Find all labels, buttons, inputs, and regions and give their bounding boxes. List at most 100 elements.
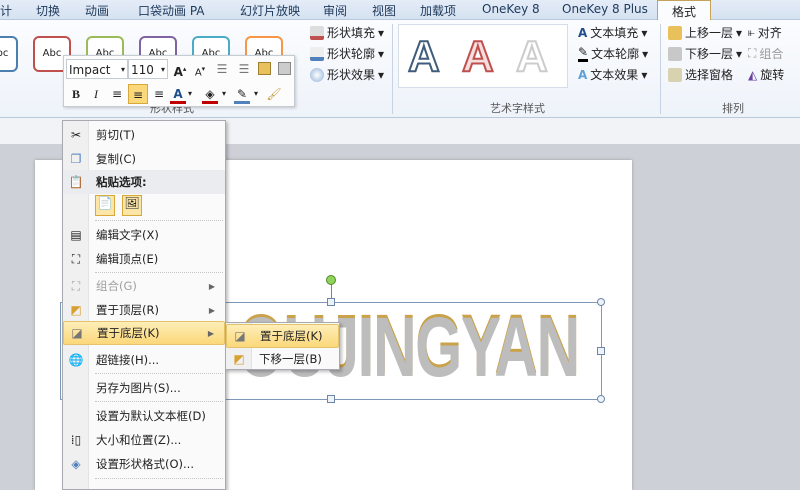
paste-picture-icon[interactable]: 🖼 bbox=[122, 195, 142, 216]
edit-points-icon: ⛶ bbox=[71, 251, 81, 266]
menu-separator bbox=[95, 220, 223, 221]
menu-heading-paste-options: 📋 粘贴选项: bbox=[63, 170, 225, 194]
tab-design[interactable]: 计 bbox=[0, 2, 12, 19]
text-effects-button[interactable]: A 文本效果 ▾ bbox=[578, 66, 647, 83]
menu-item-send-to-back[interactable]: ◪ 置于底层(K) ▶ bbox=[63, 321, 225, 345]
ribbon-tabs: 计 切换 动画 口袋动画 PA 幻灯片放映 审阅 视图 加载项 OneKey 8… bbox=[0, 0, 800, 21]
font-name-select[interactable]: Impact ▾ bbox=[66, 59, 128, 79]
decrease-indent-icon[interactable]: ☰ bbox=[214, 59, 230, 79]
clipboard-icon: 📋 bbox=[68, 175, 84, 189]
menu-item-format-shape[interactable]: ◈ 设置形状格式(O)... bbox=[63, 452, 225, 476]
align-button[interactable]: ⫦ 对齐 bbox=[748, 24, 782, 41]
resize-handle[interactable] bbox=[597, 395, 605, 403]
text-fill-button[interactable]: A 文本填充 ▾ bbox=[578, 24, 647, 41]
font-color-icon[interactable]: A bbox=[170, 84, 186, 104]
resize-handle[interactable] bbox=[597, 347, 605, 355]
tab-transitions[interactable]: 切换 bbox=[36, 2, 60, 19]
menu-item-save-as-picture[interactable]: 另存为图片(S)... bbox=[63, 376, 225, 400]
context-menu: ✂ 剪切(T) ❐ 复制(C) 📋 粘贴选项: 📄 🖼 ▤ 编辑文字(X) ⛶ 编辑顶点(… bbox=[62, 120, 226, 490]
resize-handle[interactable] bbox=[327, 395, 335, 403]
tab-pocket-animation[interactable]: 口袋动画 PA bbox=[138, 2, 205, 19]
format-painter-icon[interactable]: 🖌 bbox=[266, 84, 282, 104]
menu-item-edit-points[interactable]: ⛶ 编辑顶点(E) bbox=[63, 247, 225, 271]
shape-fill-button[interactable]: 形状填充 ▾ bbox=[310, 24, 384, 41]
group-button[interactable]: ⛶ 组合 bbox=[748, 45, 783, 62]
bring-to-front-icon: ◩ bbox=[70, 303, 82, 317]
chevron-right-icon: ▶ bbox=[208, 305, 215, 315]
pen-icon bbox=[310, 46, 324, 61]
send-backward-button[interactable]: 下移一层 ▾ bbox=[668, 45, 742, 62]
group-label-arrange: 排列 bbox=[722, 102, 744, 115]
align-icon: ⫦ bbox=[748, 25, 755, 39]
chevron-right-icon: ▶ bbox=[207, 328, 214, 338]
increase-indent-icon[interactable]: ☰ bbox=[236, 59, 252, 79]
selection-pane-button[interactable]: 选择窗格 bbox=[668, 66, 733, 83]
shape-outline-icon[interactable]: ✎ bbox=[234, 84, 250, 104]
menu-separator bbox=[95, 401, 223, 402]
italic-button[interactable]: I bbox=[88, 84, 104, 104]
divider bbox=[392, 24, 393, 114]
rotation-handle[interactable] bbox=[326, 275, 336, 285]
paint-bucket-icon bbox=[310, 25, 324, 40]
chevron-right-icon: ▶ bbox=[208, 281, 215, 291]
wordart-style-2[interactable]: A bbox=[461, 31, 495, 82]
wordart-style-3[interactable]: A bbox=[515, 31, 549, 82]
tab-slideshow[interactable]: 幻灯片放映 bbox=[240, 2, 300, 19]
submenu-item-send-backward[interactable]: ◩ 下移一层(B) bbox=[226, 347, 339, 371]
shape-fill-icon[interactable]: ◈ bbox=[202, 84, 218, 104]
menu-item-copy[interactable]: ❐ 复制(C) bbox=[63, 147, 225, 171]
resize-handle[interactable] bbox=[597, 298, 605, 306]
shape-outline-label: 形状轮廓 bbox=[327, 47, 376, 61]
chevron-down-icon[interactable]: ▾ bbox=[186, 84, 194, 104]
send-to-back-icon[interactable] bbox=[278, 62, 291, 75]
menu-item-bring-to-front[interactable]: ◩ 置于顶层(R) ▶ bbox=[63, 298, 225, 322]
text-effects-icon: A bbox=[578, 67, 588, 82]
chevron-down-icon[interactable]: ▾ bbox=[220, 84, 228, 104]
tab-animations[interactable]: 动画 bbox=[85, 2, 109, 19]
tab-addins[interactable]: 加载项 bbox=[420, 2, 456, 19]
send-backward-icon: ◩ bbox=[233, 352, 245, 366]
text-outline-button[interactable]: ✎ 文本轮廓 ▾ bbox=[578, 45, 648, 62]
rotate-button[interactable]: ◭ 旋转 bbox=[748, 66, 784, 83]
align-right-icon[interactable]: ≡ bbox=[150, 84, 168, 104]
tab-format[interactable]: 格式 bbox=[657, 0, 712, 21]
menu-item-size-position[interactable]: ⁞▯ 大小和位置(Z)... bbox=[63, 428, 225, 452]
menu-item-label: 复制(C) bbox=[96, 152, 137, 166]
menu-separator bbox=[95, 373, 223, 374]
align-label: 对齐 bbox=[757, 26, 782, 40]
wordart-style-1[interactable]: A bbox=[407, 31, 441, 82]
tab-onekey8[interactable]: OneKey 8 bbox=[482, 2, 540, 16]
menu-item-group[interactable]: ⛶ 组合(G) ▶ bbox=[63, 274, 225, 298]
chevron-down-icon[interactable]: ▾ bbox=[252, 84, 260, 104]
bring-to-front-icon[interactable] bbox=[258, 62, 271, 75]
resize-handle[interactable] bbox=[327, 298, 335, 306]
menu-item-cut[interactable]: ✂ 剪切(T) bbox=[63, 123, 225, 147]
bring-forward-button[interactable]: 上移一层 ▾ bbox=[668, 24, 742, 41]
align-left-icon[interactable]: ≡ bbox=[108, 84, 126, 104]
submenu-item-send-to-back[interactable]: ◪ 置于底层(K) bbox=[226, 324, 339, 348]
bold-button[interactable]: B bbox=[68, 84, 84, 104]
shrink-font-icon[interactable]: A▾ bbox=[192, 59, 208, 79]
selection-pane-label: 选择窗格 bbox=[685, 68, 734, 82]
shape-outline-button[interactable]: 形状轮廓 ▾ bbox=[310, 45, 384, 62]
menu-item-label: 置于底层(K) bbox=[97, 326, 160, 340]
format-shape-icon: ◈ bbox=[71, 457, 81, 471]
menu-item-hyperlink[interactable]: 🌐 超链接(H)... bbox=[63, 348, 225, 372]
group-label-wordart: 艺术字样式 bbox=[490, 102, 545, 115]
text-effects-label: 文本效果 bbox=[590, 68, 639, 82]
selection-pane-icon bbox=[668, 67, 682, 82]
tab-view[interactable]: 视图 bbox=[372, 2, 396, 19]
copy-icon: ❐ bbox=[70, 152, 82, 166]
tab-onekey8plus[interactable]: OneKey 8 Plus bbox=[562, 2, 648, 16]
menu-item-set-default-textbox[interactable]: 设置为默认文本框(D) bbox=[63, 404, 225, 428]
shape-effects-button[interactable]: 形状效果 ▾ bbox=[310, 66, 384, 83]
menu-item-edit-text[interactable]: ▤ 编辑文字(X) bbox=[63, 223, 225, 247]
text-outline-icon: ✎ bbox=[578, 45, 589, 62]
paste-keep-text-icon[interactable]: 📄 bbox=[95, 195, 115, 216]
grow-font-icon[interactable]: A▴ bbox=[172, 59, 188, 79]
tab-review[interactable]: 审阅 bbox=[323, 2, 347, 19]
shape-style-1[interactable]: Abc bbox=[0, 36, 18, 72]
menu-item-label: 粘贴选项: bbox=[96, 175, 147, 189]
font-size-select[interactable]: 110 ▾ bbox=[128, 59, 168, 79]
align-center-icon[interactable]: ≡ bbox=[128, 84, 148, 104]
